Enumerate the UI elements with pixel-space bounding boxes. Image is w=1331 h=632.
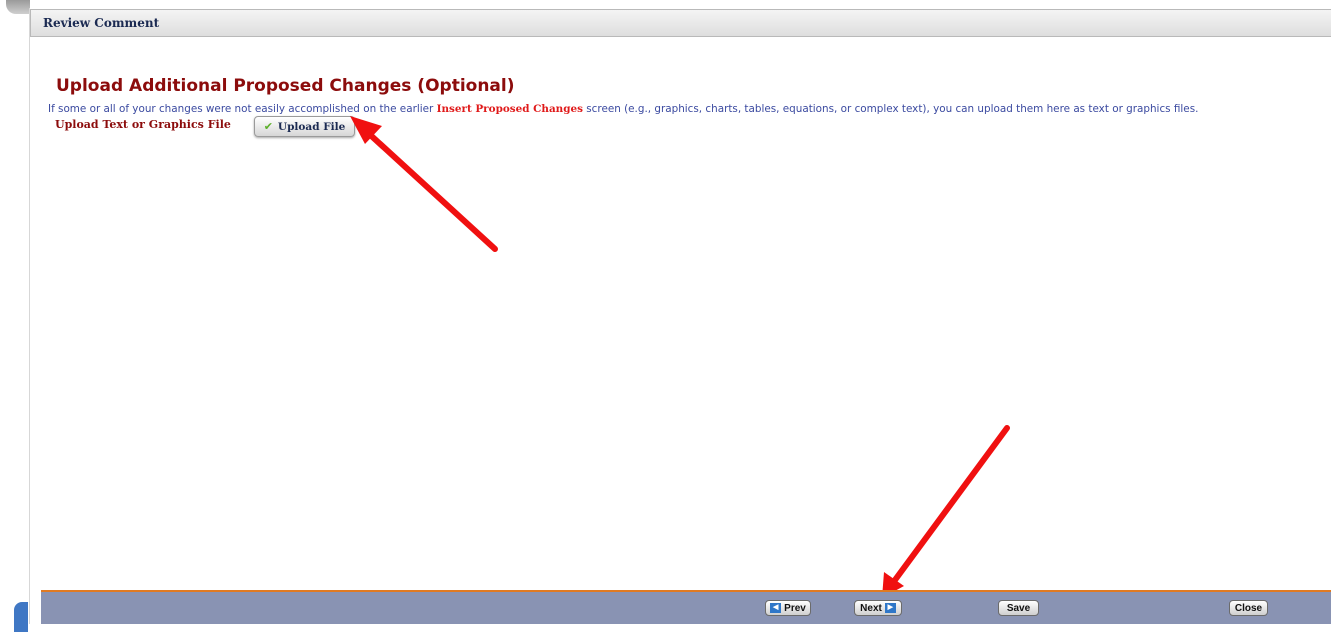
next-button-label: Next [860, 602, 882, 614]
insert-proposed-changes-emphasis: Insert Proposed Changes [436, 103, 583, 115]
close-button[interactable]: Close [1229, 600, 1268, 616]
prev-button[interactable]: ◀ Prev [765, 600, 811, 616]
upload-field-label: Upload Text or Graphics File [55, 118, 231, 131]
annotation-arrow-upload [350, 116, 498, 252]
instructions-text: If some or all of your changes were not … [48, 103, 1331, 115]
close-button-label: Close [1234, 602, 1263, 614]
checkmark-icon: ✔ [263, 120, 273, 133]
window-title-bar: Review Comment [30, 9, 1331, 37]
arrow-right-icon: ▶ [884, 603, 896, 613]
save-button[interactable]: Save [998, 600, 1039, 616]
page-heading: Upload Additional Proposed Changes (Opti… [56, 76, 515, 96]
corner-tab [6, 0, 30, 14]
footer-nav-bar: ◀ Prev Next ▶ Save Close [41, 592, 1331, 624]
upload-file-button[interactable]: ✔ Upload File [254, 116, 355, 137]
instructions-text-start: If some or all of your changes were not … [48, 103, 437, 115]
save-button-label: Save [1006, 602, 1031, 614]
instructions-text-end: screen (e.g., graphics, charts, tables, … [582, 103, 1199, 115]
window-title: Review Comment [43, 16, 160, 30]
left-frame-strip [0, 0, 30, 624]
upload-file-button-label: Upload File [277, 120, 346, 133]
next-button[interactable]: Next ▶ [854, 600, 902, 616]
arrow-left-icon: ◀ [770, 603, 782, 613]
left-frame-border [29, 8, 30, 624]
prev-button-label: Prev [784, 602, 806, 614]
annotation-arrow-next [882, 425, 1010, 598]
left-frame-accent [14, 602, 28, 632]
